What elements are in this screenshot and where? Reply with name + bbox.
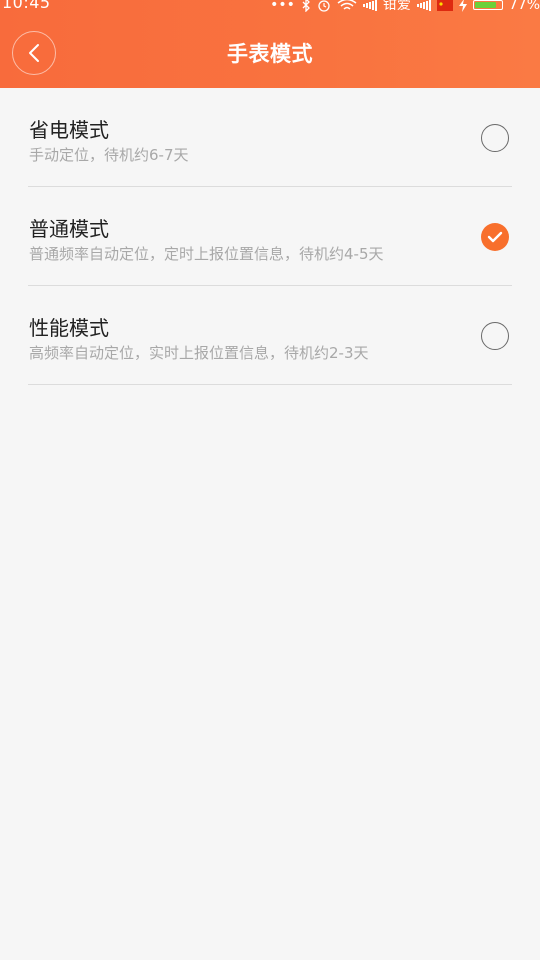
radio-button[interactable]	[481, 322, 509, 350]
mode-item-power-saving[interactable]: 省电模式 手动定位，待机约6-7天	[0, 88, 540, 187]
notification-dots: •••	[270, 0, 295, 13]
app-header: 10:45 ••• 钳爱 77% 手表模式	[0, 0, 540, 88]
battery-fill	[474, 2, 497, 8]
radio-button[interactable]	[481, 223, 509, 251]
mode-description: 普通频率自动定位，定时上报位置信息，待机约4-5天	[29, 245, 384, 263]
divider	[28, 384, 512, 385]
carrier-name: 钳爱	[382, 0, 411, 13]
mode-list: 省电模式 手动定位，待机约6-7天 普通模式 普通频率自动定位，定时上报位置信息…	[0, 88, 540, 385]
mode-title: 省电模式	[29, 118, 109, 142]
mode-description: 高频率自动定位，实时上报位置信息，待机约2-3天	[29, 344, 369, 362]
status-time: 10:45	[2, 0, 51, 12]
bluetooth-icon	[301, 0, 311, 12]
mode-item-normal[interactable]: 普通模式 普通频率自动定位，定时上报位置信息，待机约4-5天	[0, 187, 540, 286]
mode-description: 手动定位，待机约6-7天	[29, 146, 189, 164]
status-bar: 10:45 ••• 钳爱 77%	[0, 0, 540, 14]
page-title: 手表模式	[227, 42, 313, 66]
signal-icon	[362, 0, 377, 11]
flag-icon	[436, 0, 453, 11]
radio-button[interactable]	[481, 124, 509, 152]
mode-item-performance[interactable]: 性能模式 高频率自动定位，实时上报位置信息，待机约2-3天	[0, 286, 540, 385]
battery-icon	[472, 0, 503, 10]
checkmark-icon	[487, 231, 503, 243]
mode-title: 性能模式	[29, 316, 109, 340]
charging-icon	[458, 0, 467, 12]
battery-percent: 77%	[508, 0, 540, 13]
wifi-icon	[337, 0, 357, 12]
alarm-icon	[317, 0, 331, 12]
mode-title: 普通模式	[29, 217, 109, 241]
status-icons: ••• 钳爱 77%	[270, 0, 540, 14]
signal-icon-2	[416, 0, 431, 11]
